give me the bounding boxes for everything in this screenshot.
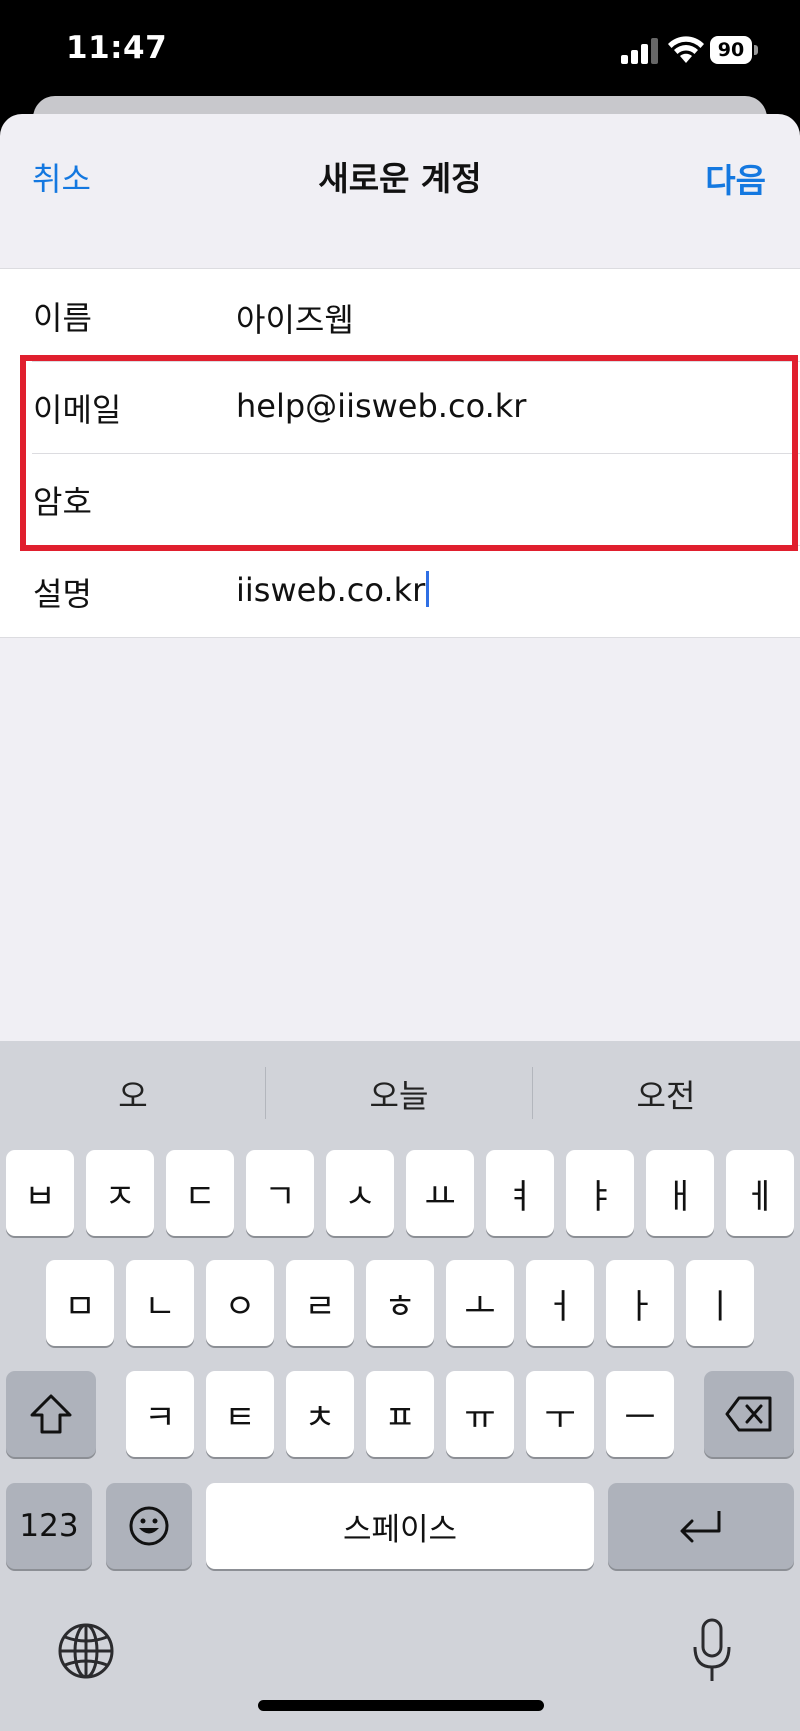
key[interactable]: ㅍ — [366, 1371, 434, 1457]
backspace-icon — [725, 1396, 772, 1432]
emoji-icon — [129, 1506, 169, 1546]
account-form: 이름 아이즈웹 이메일 help@iisweb.co.kr 암호 설명 iisw… — [0, 268, 800, 638]
home-indicator — [258, 1700, 544, 1711]
description-field[interactable]: iisweb.co.kr — [236, 571, 425, 609]
key[interactable]: ㅜ — [526, 1371, 594, 1457]
korean-keyboard: 오 오늘 오전 ㅂ ㅈ ㄷ ㄱ ㅅ ㅛ ㅕ ㅑ ㅐ ㅔ ㅁ ㄴ ㅇ ㄹ ㅎ ㅗ … — [0, 1041, 800, 1731]
key[interactable]: ㅣ — [686, 1260, 754, 1346]
emoji-key[interactable] — [106, 1483, 192, 1569]
key[interactable]: ㄱ — [246, 1150, 314, 1236]
key[interactable]: ㅎ — [366, 1260, 434, 1346]
name-field[interactable]: 아이즈웹 — [236, 295, 354, 341]
key[interactable]: ㅁ — [46, 1260, 114, 1346]
wifi-icon — [668, 36, 704, 63]
battery-icon: 90 — [710, 36, 758, 64]
suggestion-item[interactable]: 오전 — [533, 1071, 799, 1117]
key[interactable]: ㅗ — [446, 1260, 514, 1346]
page-title: 새로운 계정 — [318, 159, 482, 198]
globe-icon[interactable] — [56, 1621, 116, 1681]
key[interactable]: ㅅ — [326, 1150, 394, 1236]
key[interactable]: ㅈ — [86, 1150, 154, 1236]
key[interactable]: ㅡ — [606, 1371, 674, 1457]
return-key[interactable] — [608, 1483, 794, 1569]
key[interactable]: ㅑ — [566, 1150, 634, 1236]
key[interactable]: ㄹ — [286, 1260, 354, 1346]
numbers-key[interactable]: 123 — [6, 1483, 92, 1569]
shift-key[interactable] — [6, 1371, 96, 1457]
shift-icon — [30, 1394, 72, 1434]
text-cursor — [426, 571, 430, 607]
key[interactable]: ㅏ — [606, 1260, 674, 1346]
name-row[interactable]: 이름 아이즈웹 — [0, 269, 800, 361]
cellular-signal-icon — [621, 38, 659, 64]
email-row[interactable]: 이메일 help@iisweb.co.kr — [0, 361, 800, 453]
description-label: 설명 — [33, 575, 92, 613]
key[interactable]: ㅛ — [406, 1150, 474, 1236]
status-bar: 11:47 90 — [0, 0, 800, 100]
name-label: 이름 — [33, 299, 92, 337]
description-row[interactable]: 설명 iisweb.co.kr — [0, 545, 800, 637]
email-field[interactable]: help@iisweb.co.kr — [236, 387, 526, 425]
description-field-wrap[interactable]: iisweb.co.kr — [236, 571, 430, 609]
key[interactable]: ㅊ — [286, 1371, 354, 1457]
key[interactable]: ㅇ — [206, 1260, 274, 1346]
space-key[interactable]: 스페이스 — [206, 1483, 594, 1569]
key[interactable]: ㄴ — [126, 1260, 194, 1346]
key[interactable]: ㅋ — [126, 1371, 194, 1457]
key[interactable]: ㄷ — [166, 1150, 234, 1236]
suggestion-item[interactable]: 오 — [0, 1071, 266, 1117]
suggestion-bar: 오 오늘 오전 — [0, 1041, 800, 1147]
key[interactable]: ㅐ — [646, 1150, 714, 1236]
password-label: 암호 — [33, 483, 92, 521]
key[interactable]: ㅕ — [486, 1150, 554, 1236]
next-button[interactable]: 다음 — [705, 154, 766, 202]
status-time: 11:47 — [66, 30, 168, 66]
email-label: 이메일 — [33, 391, 122, 429]
key[interactable]: ㅓ — [526, 1260, 594, 1346]
key[interactable]: ㅔ — [726, 1150, 794, 1236]
password-row[interactable]: 암호 — [0, 453, 800, 545]
key[interactable]: ㅂ — [6, 1150, 74, 1236]
battery-level: 90 — [710, 36, 752, 64]
microphone-icon[interactable] — [690, 1617, 734, 1685]
key[interactable]: ㅌ — [206, 1371, 274, 1457]
return-icon — [680, 1511, 721, 1543]
suggestion-item[interactable]: 오늘 — [266, 1071, 532, 1117]
backspace-key[interactable] — [704, 1371, 794, 1457]
key[interactable]: ㅠ — [446, 1371, 514, 1457]
nav-bar: 취소 새로운 계정 다음 — [0, 114, 800, 234]
